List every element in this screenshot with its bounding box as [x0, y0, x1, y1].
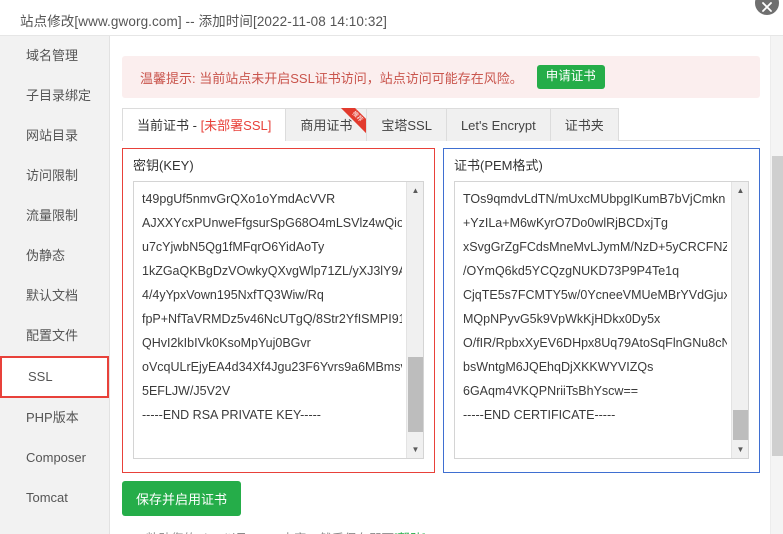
sidebar-item-label: 网站目录	[26, 128, 79, 143]
dialog-title: 站点修改[www.gworg.com] -- 添加时间[2022-11-08 1…	[20, 14, 387, 29]
sidebar-item-label: Composer	[26, 450, 86, 465]
certificate-pem-line: /OYmQ6kd5YCQzgNUKD73P9P4Te1q	[463, 264, 680, 278]
certificate-pem-line: 6GAqm4VKQPNriiTsBhYscw==	[463, 384, 639, 398]
help-note-item: 粘贴您的*.key以及*.pem内容，然后保存即可[帮助]。	[134, 528, 748, 534]
sidebar-item-label: SSL	[28, 369, 53, 384]
private-key-line: AJXXYcxPUnweFfgsurSpG68O4mLSVlz4wQiovW	[142, 216, 402, 230]
tab-label: 商用证书	[300, 118, 353, 133]
dialog-titlebar: 站点修改[www.gworg.com] -- 添加时间[2022-11-08 1…	[0, 0, 783, 36]
scroll-down-icon[interactable]: ▼	[407, 441, 423, 458]
certificate-pem-line: +YzILa+M6wKyrO7Do0wlRjBCDxjTg	[463, 216, 668, 230]
sidebar-item-7[interactable]: 配置文件	[0, 316, 109, 356]
private-key-content: t49pgUf5nmvGrQXo1oYmdAcVVR AJXXYcxPUnweFf…	[134, 182, 406, 458]
private-key-panel: 密钥(KEY) t49pgUf5nmvGrQXo1oYmdAcVVR AJXXYc…	[122, 148, 435, 473]
tab-0[interactable]: 当前证书 - [未部署SSL]	[122, 108, 287, 142]
private-key-label: 密钥(KEY)	[133, 158, 194, 173]
certificate-pem-content: TOs9qmdvLdTN/mUxcMUbpgIKumB7bVjCmkn +YzIL…	[455, 182, 731, 458]
sidebar-item-label: 子目录绑定	[26, 88, 92, 103]
sidebar-item-label: PHP版本	[26, 410, 79, 425]
sidebar-item-0[interactable]: 域名管理	[0, 36, 109, 76]
sidebar-item-11[interactable]: Tomcat	[0, 478, 109, 518]
page-scrollbar[interactable]	[770, 36, 783, 534]
certificate-pem-line: MQpNPyvG5k9VpWkKjHDkx0Dy5x	[463, 312, 661, 326]
sidebar-item-8[interactable]: SSL	[0, 356, 109, 398]
private-key-line: fpP+NfTaVRMDz5v46NcUTgQ/8Str2YfISMPI91N	[142, 312, 402, 326]
ssl-content-panel: 温馨提示: 当前站点未开启SSL证书访问，站点访问可能存在风险。 申请证书 当前…	[110, 36, 770, 534]
apply-certificate-button[interactable]: 申请证书	[536, 65, 605, 89]
private-key-line: t49pgUf5nmvGrQXo1oYmdAcVVR	[142, 192, 336, 206]
sidebar-item-label: Tomcat	[26, 490, 68, 505]
private-key-scrollbar[interactable]: ▲ ▼	[406, 182, 423, 458]
page-scrollbar-thumb[interactable]	[772, 156, 783, 456]
save-and-enable-certificate-button[interactable]: 保存并启用证书	[122, 481, 242, 516]
certificate-pem-line: O/fIR/RpbxXyEV6DHpx8Uq79AtoSqFlnGNu8cN2	[463, 336, 727, 350]
certificate-pem-scrollbar[interactable]: ▲ ▼	[731, 182, 748, 458]
sidebar-item-label: 流量限制	[26, 208, 79, 223]
close-icon[interactable]	[753, 0, 781, 17]
tab-4[interactable]: 证书夹	[549, 108, 619, 141]
certificate-pem-line: bsWntgM6JQEhqDjXKKWYVIZQs	[463, 360, 654, 374]
private-key-textarea[interactable]: t49pgUf5nmvGrQXo1oYmdAcVVR AJXXYcxPUnweFf…	[133, 181, 424, 459]
private-key-line: u7cYjwbN5Qg1fMFqrO6YidAoTy	[142, 240, 325, 254]
sidebar-item-1[interactable]: 子目录绑定	[0, 76, 109, 116]
sidebar-item-label: 伪静态	[26, 248, 66, 263]
sidebar-item-10[interactable]: Composer	[0, 438, 109, 478]
sidebar-item-3[interactable]: 访问限制	[0, 156, 109, 196]
tab-1[interactable]: 商用证书 推荐	[285, 108, 368, 141]
settings-sidebar: 域名管理子目录绑定网站目录访问限制流量限制伪静态默认文档配置文件 SSL PHP版本…	[0, 36, 110, 534]
tab-label: 宝塔SSL	[381, 118, 432, 133]
certificate-pem-panel: 证书(PEM格式) TOs9qmdvLdTN/mUxcMUbpgIKumB7bV…	[443, 148, 760, 473]
certificate-pem-line: -----END CERTIFICATE-----	[463, 408, 616, 422]
private-key-line: 1kZGaQKBgDzVOwkyQXvgWlp71ZL/yXJ3lY9Aqy	[142, 264, 402, 278]
private-key-line: 5EFLJW/J5V2V	[142, 384, 231, 398]
private-key-line: QHvI2kIbIVk0KsoMpYuj0BGvr	[142, 336, 311, 350]
private-key-line: 4/4yYpxVown195NxfTQ3Wiw/Rq	[142, 288, 324, 302]
sidebar-item-5[interactable]: 伪静态	[0, 236, 109, 276]
tab-label: 证书夹	[564, 118, 604, 133]
sidebar-item-label: 访问限制	[26, 168, 79, 183]
certificate-pem-line: xSvgGrZgFCdsMneMvLJymM/NzD+5yCRCFNZX	[463, 240, 727, 254]
private-key-line: -----END RSA PRIVATE KEY-----	[142, 408, 321, 422]
ssl-tabs: 当前证书 - [未部署SSL] 商用证书 推荐 宝塔SSL Let's Encrypt 证…	[122, 108, 760, 142]
tab-status-suffix: [未部署SSL]	[200, 118, 272, 133]
site-modify-dialog: 站点修改[www.gworg.com] -- 添加时间[2022-11-08 1…	[0, 0, 783, 534]
private-key-line: oVcqULrEjyEA4d34Xf4Jgu23F6Yvrs9a6MBmsv2A	[142, 360, 402, 374]
certificate-pem-line: CjqTE5s7FCMTY5w/0YcneeVMUeMBrYVdGjux1X	[463, 288, 727, 302]
scrollbar-thumb[interactable]	[408, 357, 423, 432]
ssl-warning-banner: 温馨提示: 当前站点未开启SSL证书访问，站点访问可能存在风险。 申请证书	[122, 56, 760, 98]
scroll-up-icon[interactable]: ▲	[407, 182, 423, 199]
scrollbar-thumb[interactable]	[733, 410, 748, 440]
sidebar-item-label: 域名管理	[26, 48, 79, 63]
tab-label: Let's Encrypt	[460, 118, 536, 133]
ssl-warning-text: 温馨提示: 当前站点未开启SSL证书访问，站点访问可能存在风险。	[140, 70, 523, 86]
sidebar-item-6[interactable]: 默认文档	[0, 276, 109, 316]
tab-3[interactable]: Let's Encrypt	[445, 108, 551, 141]
scroll-down-icon[interactable]: ▼	[732, 441, 748, 458]
certificate-pem-textarea[interactable]: TOs9qmdvLdTN/mUxcMUbpgIKumB7bVjCmkn +YzIL…	[454, 181, 749, 459]
tab-label: 当前证书 -	[137, 118, 201, 133]
certificate-pem-line: TOs9qmdvLdTN/mUxcMUbpgIKumB7bVjCmkn	[463, 192, 726, 206]
sidebar-item-2[interactable]: 网站目录	[0, 116, 109, 156]
sidebar-item-label: 默认文档	[26, 288, 79, 303]
certificate-pem-label: 证书(PEM格式)	[454, 158, 543, 173]
sidebar-item-label: 配置文件	[26, 328, 79, 343]
help-notes-list: 粘贴您的*.key以及*.pem内容，然后保存即可[帮助]。如果浏览器提示证书链…	[128, 528, 748, 534]
scroll-up-icon[interactable]: ▲	[732, 182, 748, 199]
tab-2[interactable]: 宝塔SSL	[366, 108, 447, 141]
sidebar-item-9[interactable]: PHP版本	[0, 398, 109, 438]
sidebar-item-4[interactable]: 流量限制	[0, 196, 109, 236]
